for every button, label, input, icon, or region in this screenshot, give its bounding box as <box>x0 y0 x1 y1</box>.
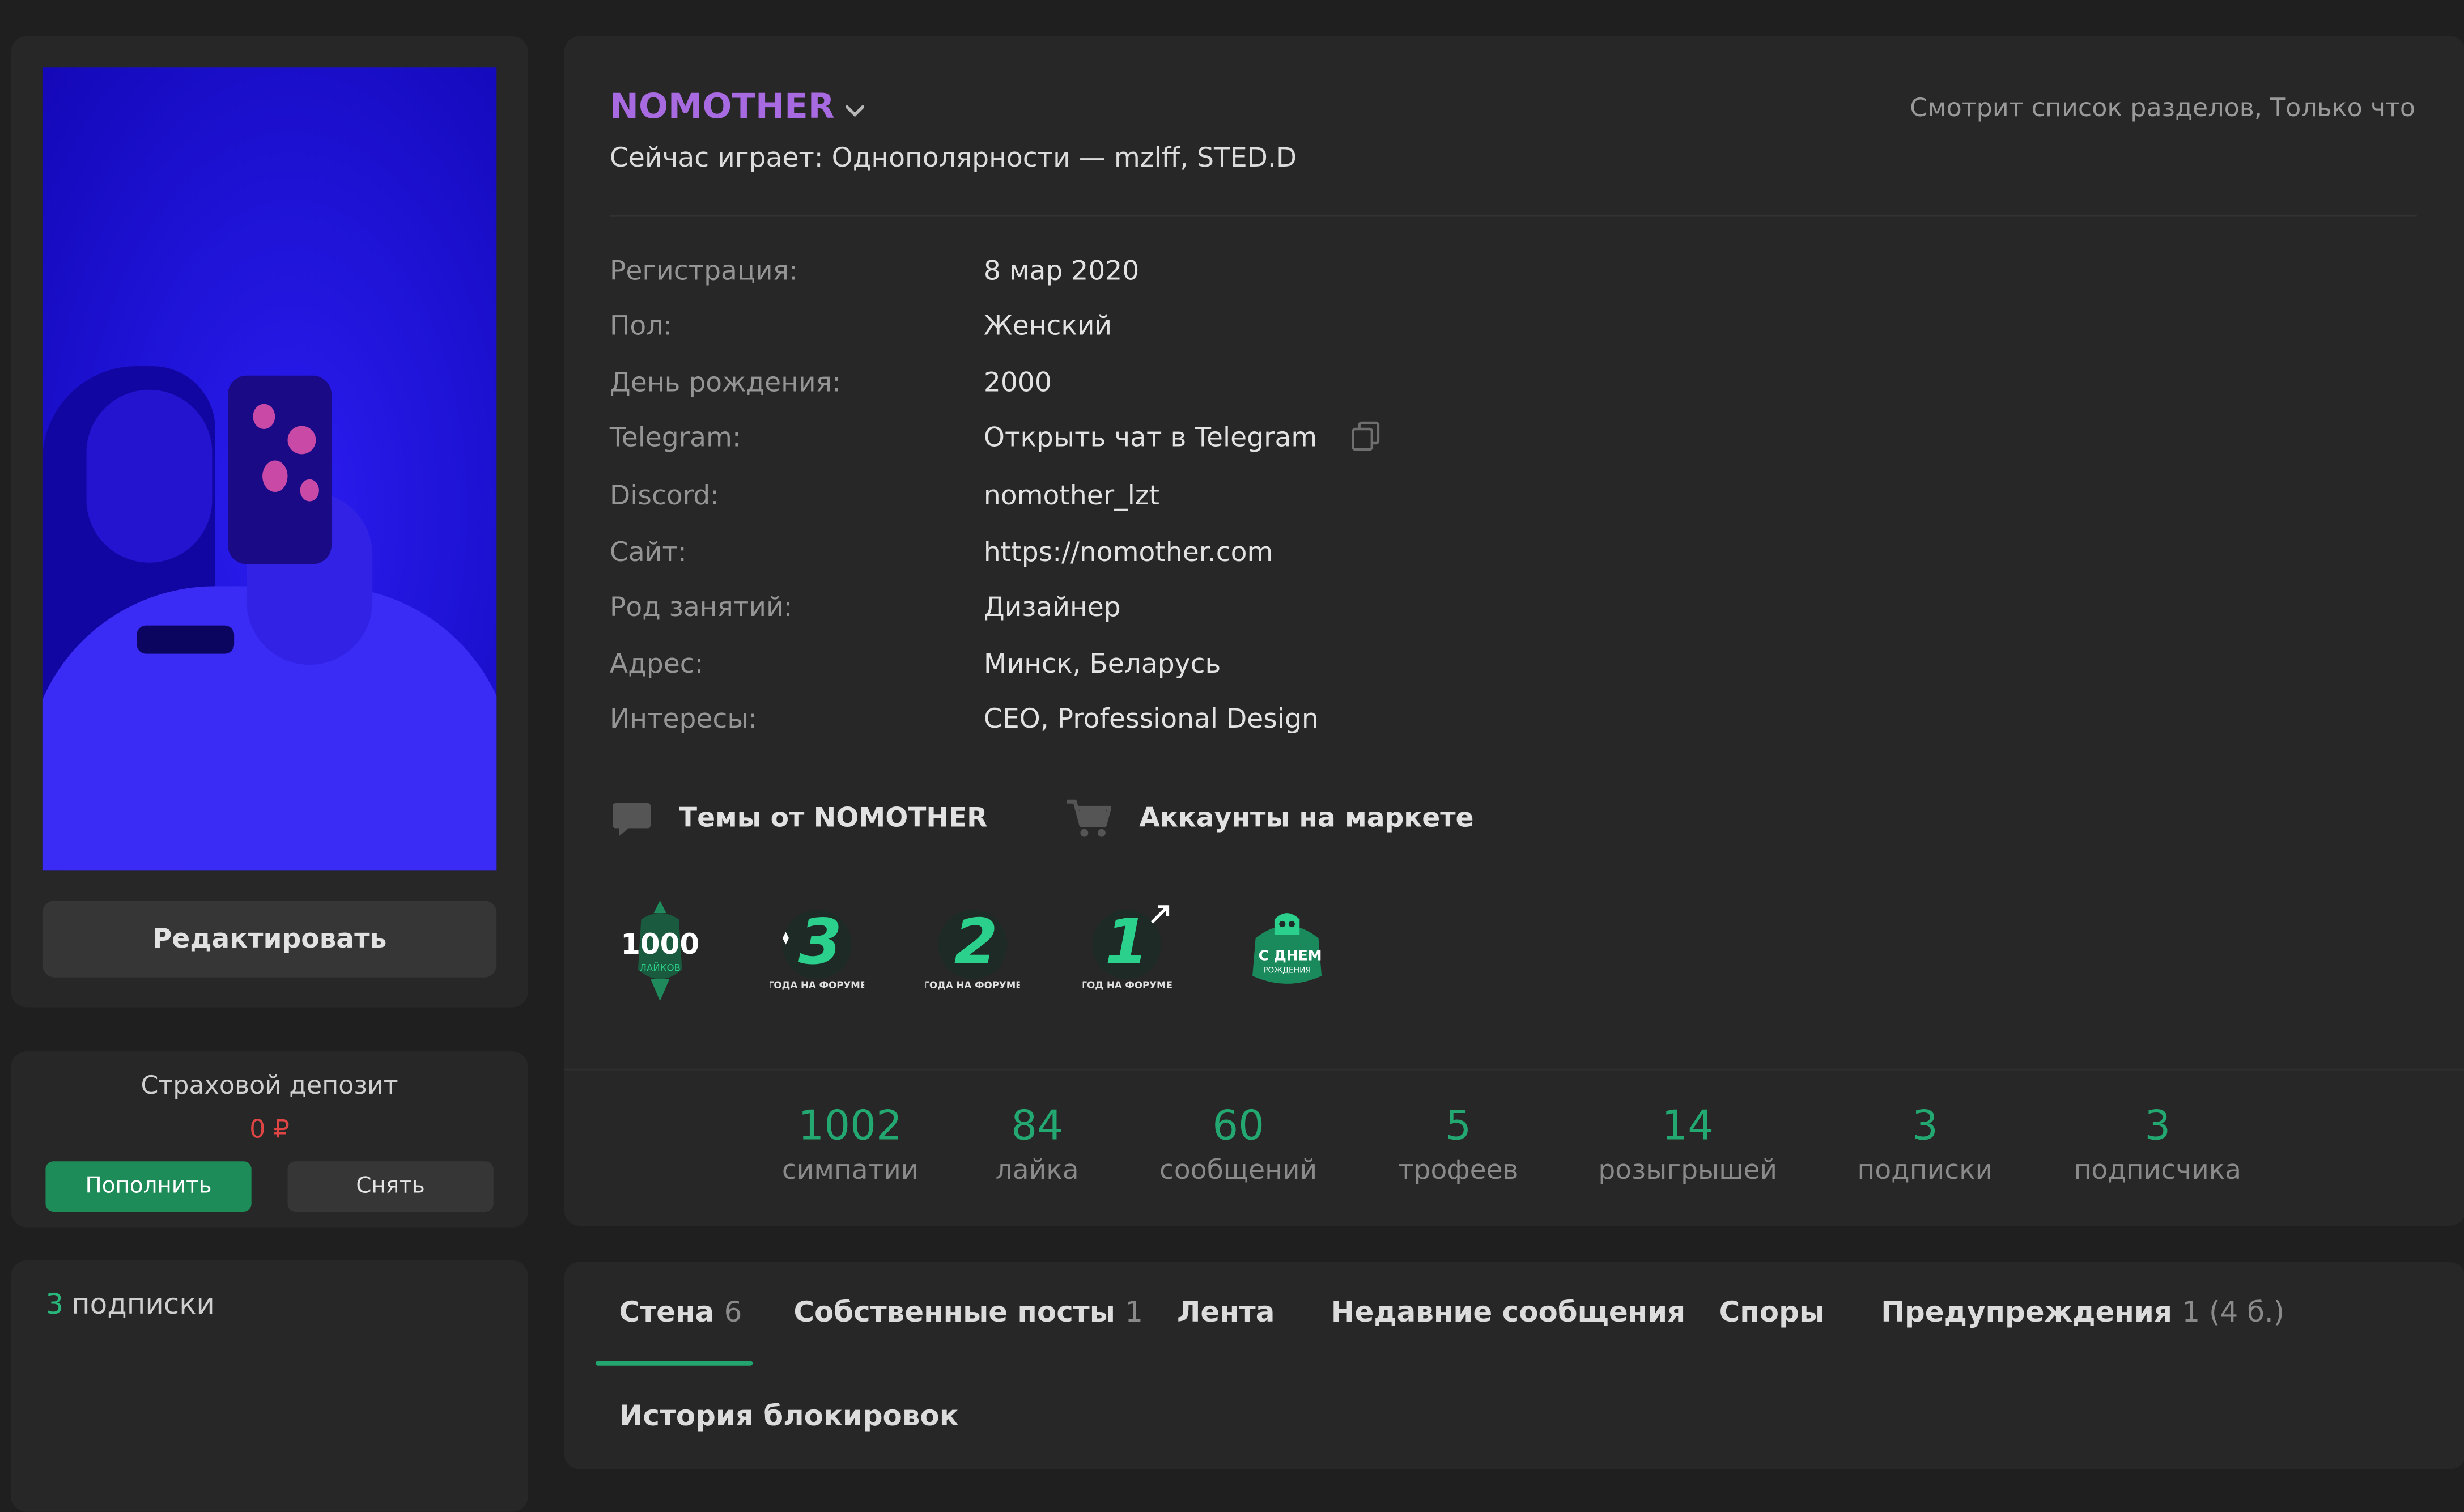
now-playing: Сейчас играет: Однополярности — mzlff, S… <box>609 143 1297 175</box>
subscriptions-count: 3 <box>45 1288 64 1322</box>
subscriptions-label: подписки <box>71 1288 215 1322</box>
insurance-deposit-card: Страховой депозит 0 ₽ Пополнить Снять <box>11 1051 528 1228</box>
username[interactable]: NOMOTHER <box>610 88 835 127</box>
deposit-amount: 0 ₽ <box>249 1114 290 1144</box>
svg-text:1: 1 <box>1105 906 1149 979</box>
tab-disputes[interactable]: Споры <box>1719 1297 1825 1330</box>
svg-text:ГОД НА ФОРУМЕ: ГОД НА ФОРУМЕ <box>1083 980 1172 991</box>
activity-status: Смотрит список разделов, Только что <box>1910 92 2416 123</box>
stat-subscriptions[interactable]: 3 подписки <box>1838 1100 2011 1188</box>
svg-text:ГОДА НА ФОРУМЕ: ГОДА НА ФОРУМЕ <box>925 980 1019 991</box>
tab-wall[interactable]: Стена 6 <box>619 1297 742 1330</box>
withdraw-button[interactable]: Снять <box>287 1161 494 1212</box>
stat-likes[interactable]: 84 лайка <box>966 1100 1108 1188</box>
avatar[interactable] <box>42 67 497 871</box>
avatar-card: Редактировать <box>11 36 528 1008</box>
svg-text:2: 2 <box>954 906 997 979</box>
telegram-link[interactable]: Открыть чат в Telegram <box>984 423 1317 454</box>
tab-own-posts[interactable]: Собственные посты 1 <box>793 1297 1143 1330</box>
divider <box>609 215 2417 217</box>
chat-bubble-icon <box>613 803 651 836</box>
svg-text:1000: 1000 <box>621 928 699 961</box>
trophy-2-years-icon[interactable]: 2 ГОДА НА ФОРУМЕ <box>925 897 1019 1004</box>
chevron-down-icon[interactable] <box>842 97 867 122</box>
edit-profile-button[interactable]: Редактировать <box>42 900 497 978</box>
profile-card: NOMOTHER Смотрит список разделов, Только… <box>564 36 2464 1226</box>
svg-text:ЛАЙКОВ: ЛАЙКОВ <box>639 963 681 974</box>
tab-warnings[interactable]: Предупреждения 1 (4 б.) <box>1881 1297 2284 1330</box>
stat-giveaways[interactable]: 14 розыгрышей <box>1578 1100 1798 1188</box>
trophy-birthday-icon[interactable]: С ДНЕМ РОЖДЕНИЯ <box>1240 897 1334 1004</box>
top-up-button[interactable]: Пополнить <box>45 1161 252 1212</box>
user-threads-link[interactable]: Темы от NOMOTHER <box>610 797 987 841</box>
tab-recent-messages[interactable]: Недавние сообщения <box>1331 1297 1685 1330</box>
subscriptions-link[interactable]: 3 подписки <box>45 1289 214 1322</box>
svg-text:3: 3 <box>798 906 842 979</box>
market-accounts-link[interactable]: Аккаунты на маркете <box>1064 797 1474 841</box>
subscriptions-card: 3 подписки <box>11 1260 528 1512</box>
profile-tabs: Стена 6 Собственные посты 1 Лента Недавн… <box>564 1262 2464 1469</box>
deposit-title: Страховой депозит <box>141 1070 398 1101</box>
stats-divider <box>564 1068 2464 1071</box>
trophy-3-years-icon[interactable]: 3 ГОДА НА ФОРУМЕ <box>770 897 864 1004</box>
stat-trophies[interactable]: 5 трофеев <box>1372 1100 1545 1188</box>
shopping-cart-icon <box>1067 799 1112 837</box>
svg-text:РОЖДЕНИЯ: РОЖДЕНИЯ <box>1263 966 1311 975</box>
copy-icon[interactable] <box>1348 419 1383 454</box>
website-link[interactable]: https://nomother.com <box>984 537 1273 568</box>
tab-ban-history[interactable]: История блокировок <box>619 1400 959 1433</box>
svg-text:ГОДА НА ФОРУМЕ: ГОДА НА ФОРУМЕ <box>770 980 864 991</box>
stat-messages[interactable]: 60 сообщений <box>1144 1100 1333 1188</box>
trophy-1000-likes-icon[interactable]: 1000 ЛАЙКОВ <box>613 897 707 1004</box>
stat-subscribers[interactable]: 3 подписчика <box>2055 1100 2259 1188</box>
svg-text:С ДНЕМ: С ДНЕМ <box>1259 947 1322 963</box>
tab-feed[interactable]: Лента <box>1177 1297 1275 1330</box>
trophy-1-year-icon[interactable]: 1 ГОД НА ФОРУМЕ <box>1083 897 1177 1004</box>
active-tab-indicator <box>595 1361 753 1366</box>
stat-sympathies[interactable]: 1002 симпатии <box>756 1100 945 1188</box>
